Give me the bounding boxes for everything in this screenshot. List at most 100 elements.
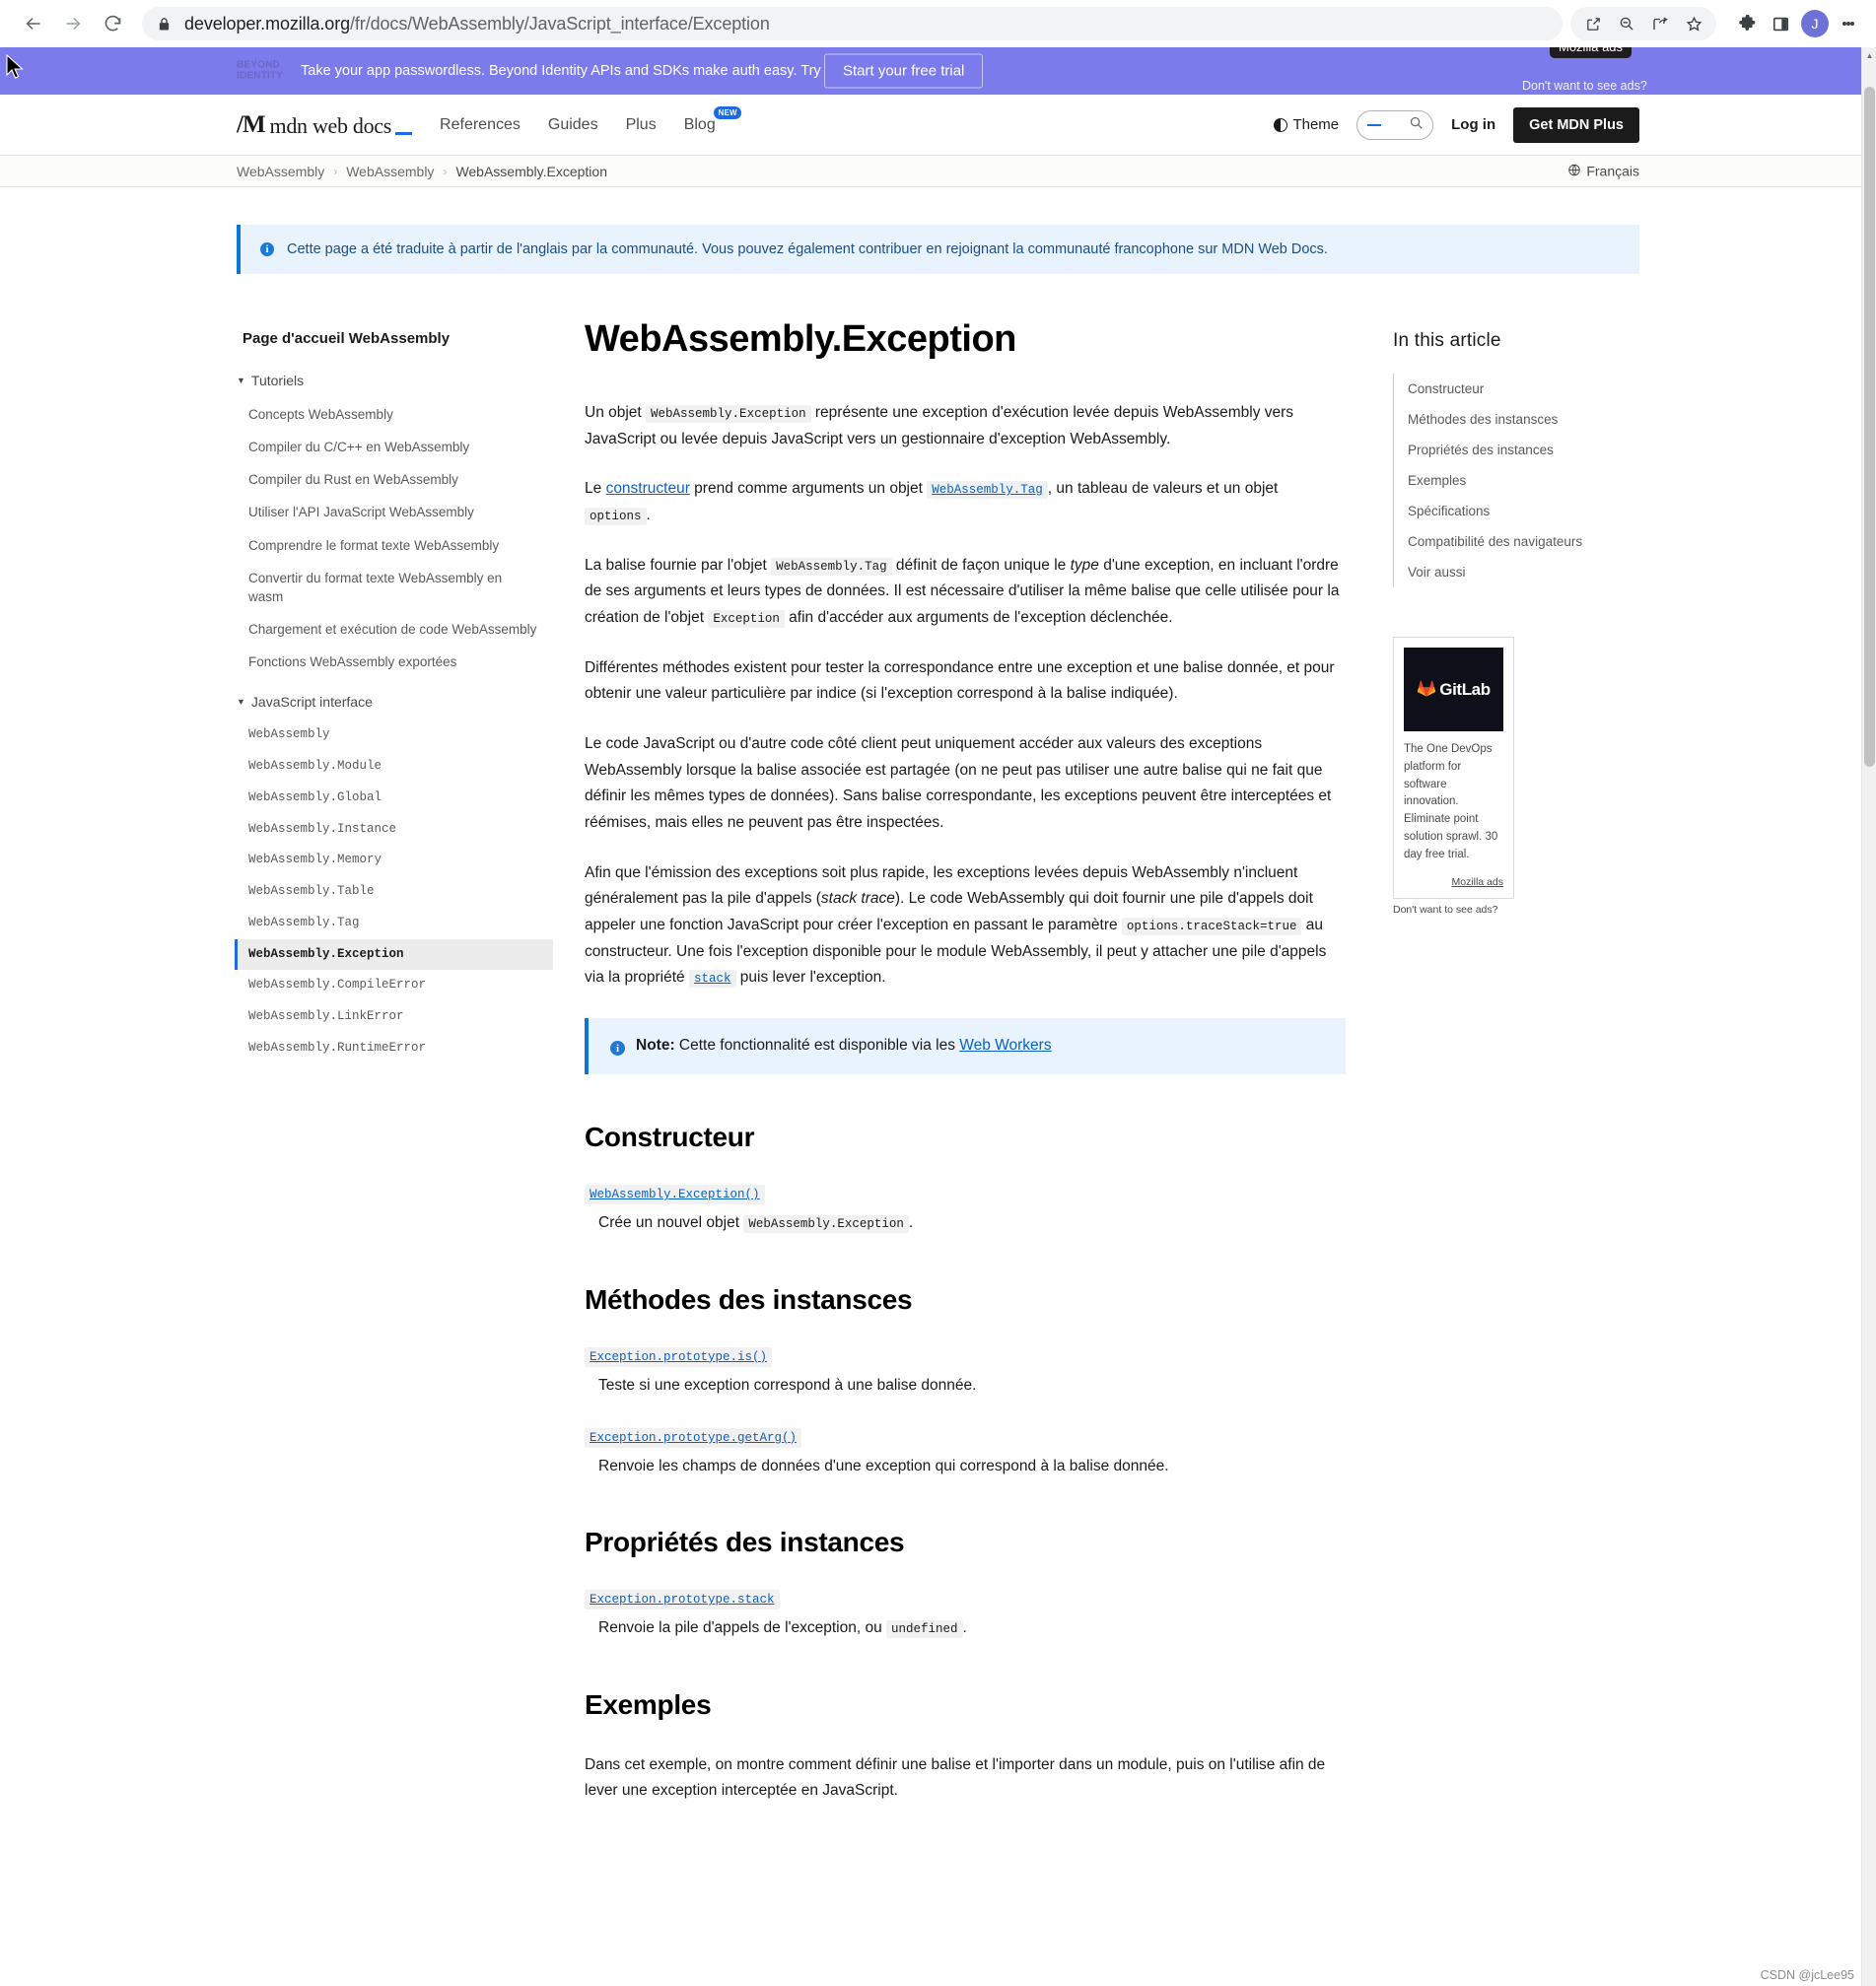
- back-arrow-icon[interactable]: [14, 4, 53, 43]
- sidebar-item-compiler-c[interactable]: Compiler du C/C++ en WebAssembly: [237, 431, 537, 463]
- text-frag: Crée un nouvel objet: [598, 1214, 744, 1232]
- note-label: Note:: [636, 1036, 675, 1054]
- mozilla-ads-link[interactable]: Mozilla ads: [1404, 876, 1503, 888]
- address-bar[interactable]: developer.mozilla.org/fr/docs/WebAssembl…: [142, 7, 1563, 40]
- sidebar-item-memory[interactable]: WebAssembly.Memory: [237, 845, 537, 876]
- exception-constructor-link[interactable]: WebAssembly.Exception(): [585, 1185, 765, 1205]
- breadcrumb-item-3: WebAssembly.Exception: [455, 163, 607, 179]
- sidebar-item-instance[interactable]: WebAssembly.Instance: [237, 814, 537, 846]
- toc-item-compatibilite[interactable]: Compatibilité des navigateurs: [1408, 526, 1639, 557]
- sidebar-item-table[interactable]: WebAssembly.Table: [237, 876, 537, 908]
- inline-code-link-tag[interactable]: WebAssembly.Tag: [927, 481, 1048, 500]
- definition-term: Exception.prototype.stack: [585, 1590, 1346, 1610]
- sidebar-item-text-format[interactable]: Comprendre le format texte WebAssembly: [237, 529, 537, 562]
- nav-item-references[interactable]: References: [440, 116, 521, 134]
- ad-cta-button[interactable]: Start your free trial: [824, 53, 984, 89]
- top-ad-banner[interactable]: BEYOND IDENTITY Take your app passwordle…: [0, 47, 1876, 95]
- share-icon[interactable]: [1643, 7, 1677, 40]
- sidebar-item-compiler-rust[interactable]: Compiler du Rust en WebAssembly: [237, 463, 537, 496]
- toc-list: Constructeur Méthodes des instansces Pro…: [1393, 374, 1639, 587]
- sidebar-group-toggle[interactable]: ▼ Tutoriels: [237, 373, 537, 388]
- sidebar-item-linkerror[interactable]: WebAssembly.LinkError: [237, 1001, 537, 1033]
- sidebar-item-js-api[interactable]: Utiliser l'API JavaScript WebAssembly: [237, 496, 537, 528]
- page-scrollbar[interactable]: ▲: [1861, 47, 1876, 1986]
- nav-item-plus[interactable]: Plus: [626, 116, 657, 134]
- gitlab-ad-banner: GitLab: [1404, 648, 1503, 731]
- puzzle-piece-icon[interactable]: [1730, 7, 1764, 40]
- sidebar-item-convert-wasm[interactable]: Convertir du format texte WebAssembly en…: [237, 562, 537, 613]
- breadcrumb-item-1[interactable]: WebAssembly: [237, 164, 324, 179]
- get-mdn-plus-button[interactable]: Get MDN Plus: [1513, 106, 1639, 143]
- sidebar-item-tag[interactable]: WebAssembly.Tag: [237, 908, 537, 939]
- mdn-logo[interactable]: /M mdn web docs: [237, 111, 413, 139]
- avatar[interactable]: J: [1801, 10, 1829, 37]
- inline-code-undefined: undefined: [886, 1620, 963, 1639]
- examples-intro-paragraph: Dans cet exemple, on montre comment défi…: [585, 1755, 1326, 1800]
- side-panel-icon[interactable]: [1764, 7, 1797, 40]
- zoom-out-icon[interactable]: [1610, 7, 1643, 40]
- constructeur-link[interactable]: constructeur: [606, 480, 690, 497]
- new-badge: NEW: [714, 105, 741, 119]
- exception-getarg-link[interactable]: Exception.prototype.getArg(): [585, 1428, 802, 1448]
- sidebar-item-loading-running[interactable]: Chargement et exécution de code WebAssem…: [237, 613, 537, 646]
- toc-title: In this article: [1393, 330, 1501, 351]
- toc-item-constructeur[interactable]: Constructeur: [1408, 374, 1639, 404]
- sidebar-item-compileerror[interactable]: WebAssembly.CompileError: [237, 970, 537, 1001]
- text-frag: , un tableau de valeurs et un objet: [1047, 480, 1279, 498]
- toc-item-exemples[interactable]: Exemples: [1408, 465, 1639, 496]
- article-main: WebAssembly.Exception Un objet WebAssemb…: [537, 318, 1393, 1828]
- toc-item-methodes[interactable]: Méthodes des instansces: [1408, 404, 1639, 435]
- breadcrumb-separator: ›: [443, 164, 448, 178]
- nav-label: References: [440, 115, 521, 133]
- exception-is-link[interactable]: Exception.prototype.is(): [585, 1346, 773, 1367]
- toc-item-proprietes[interactable]: Propriétés des instances: [1408, 435, 1639, 465]
- definition-term: Exception.prototype.is(): [585, 1346, 1346, 1367]
- search-input[interactable]: [1356, 109, 1434, 140]
- mozilla-ads-tooltip: Mozilla ads: [1550, 47, 1633, 58]
- kebab-menu-icon[interactable]: [1835, 7, 1862, 40]
- article-paragraph-1: Un objet WebAssembly.Exception représent…: [585, 400, 1346, 452]
- sidebar-group-toggle[interactable]: ▼ JavaScript interface: [237, 694, 537, 710]
- breadcrumb: WebAssembly › WebAssembly › WebAssembly.…: [0, 156, 1876, 187]
- theme-toggle[interactable]: Theme: [1274, 116, 1339, 133]
- forward-arrow-icon[interactable]: [53, 4, 93, 43]
- sidebar-item-exception-current[interactable]: WebAssembly.Exception: [235, 938, 553, 971]
- scroll-up-arrow[interactable]: ▲: [1866, 51, 1874, 60]
- inline-code-link-stack[interactable]: stack: [688, 970, 736, 989]
- locale-notice-text: Cette page a été traduite à partir de l'…: [287, 241, 1328, 257]
- sidebar-item-module[interactable]: WebAssembly.Module: [237, 751, 537, 783]
- article-paragraph-6: Afin que l'émission des exceptions soit …: [585, 860, 1346, 992]
- sidebar-ad-no-ads-link[interactable]: Don't want to see ads?: [1393, 904, 1531, 916]
- sidebar-home-link[interactable]: Page d'accueil WebAssembly: [243, 330, 537, 347]
- exception-stack-link[interactable]: Exception.prototype.stack: [585, 1590, 780, 1610]
- bookmark-star-icon[interactable]: [1677, 7, 1710, 40]
- sidebar-ad-card[interactable]: GitLab The One DevOps platform for softw…: [1393, 637, 1514, 899]
- breadcrumb-item-2[interactable]: WebAssembly: [346, 164, 434, 179]
- nav-item-guides[interactable]: Guides: [548, 116, 598, 134]
- article-paragraph-3: La balise fournie par l'objet WebAssembl…: [585, 553, 1346, 632]
- emphasis-stack-trace: stack trace: [820, 890, 895, 908]
- share-external-icon[interactable]: [1576, 7, 1610, 40]
- toolbar-actions: J: [1570, 7, 1862, 40]
- sidebar-item-webassembly[interactable]: WebAssembly: [237, 719, 537, 751]
- toc-item-specifications[interactable]: Spécifications: [1408, 496, 1639, 526]
- text-frag: Le: [585, 480, 606, 498]
- language-switcher[interactable]: Français: [1567, 163, 1639, 179]
- login-link[interactable]: Log in: [1451, 116, 1495, 133]
- gitlab-brand-text: GitLab: [1439, 679, 1491, 699]
- sidebar-item-global[interactable]: WebAssembly.Global: [237, 783, 537, 814]
- section-heading-proprietes: Propriétés des instances: [585, 1527, 905, 1558]
- ad-logo-line2: IDENTITY: [237, 70, 284, 81]
- nav-item-blog[interactable]: Blog NEW: [684, 105, 741, 134]
- sidebar-item-runtimeerror[interactable]: WebAssembly.RuntimeError: [237, 1033, 537, 1064]
- sidebar-group-js-interface: ▼ JavaScript interface WebAssembly WebAs…: [235, 694, 553, 1064]
- scrollbar-thumb[interactable]: [1864, 87, 1875, 767]
- info-circle-icon: i: [610, 1041, 625, 1057]
- web-workers-link[interactable]: Web Workers: [959, 1037, 1051, 1054]
- sidebar-item-concepts[interactable]: Concepts WebAssembly: [237, 398, 537, 431]
- ad-no-ads-link[interactable]: Don't want to see ads?: [1522, 79, 1647, 93]
- sidebar-item-exported-functions[interactable]: Fonctions WebAssembly exportées: [237, 646, 537, 678]
- reload-icon[interactable]: [93, 4, 132, 43]
- toc-item-voir-aussi[interactable]: Voir aussi: [1408, 557, 1639, 587]
- nav-label: Plus: [625, 115, 657, 133]
